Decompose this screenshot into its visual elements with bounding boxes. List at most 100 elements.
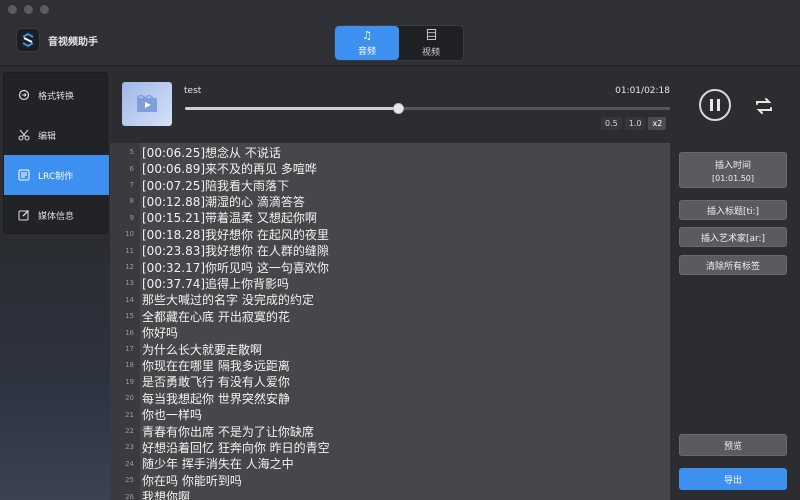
lyric-line[interactable]: 21 你也一样吗 <box>110 406 670 422</box>
lyric-line[interactable]: 5 [00:06.25]想念从 不说话 <box>110 144 670 160</box>
lyric-text[interactable]: 青春有你出席 不是为了让你缺席 <box>136 423 314 440</box>
line-number: 12 <box>125 262 134 271</box>
lyric-line[interactable]: 9 [00:15.21]带着温柔 又想起你啊 <box>110 210 670 226</box>
scissors-icon <box>18 129 30 141</box>
lyric-text[interactable]: [00:12.88]潮湿的心 滴滴答答 <box>136 193 305 210</box>
desktop-background <box>0 238 110 500</box>
sidebar-item-edit[interactable]: 编辑 <box>4 115 109 155</box>
lyric-text[interactable]: 为什么长大就要走散啊 <box>136 341 262 358</box>
title-bar: 音视频助手 ♫ 音频 视频 <box>0 0 800 66</box>
app-title: 音视频助手 <box>48 37 98 48</box>
mode-audio-label: 音频 <box>357 46 376 57</box>
lyric-text[interactable]: [00:15.21]带着温柔 又想起你啊 <box>136 209 317 226</box>
lyrics-icon <box>18 169 30 181</box>
lyric-line[interactable]: 23 好想沿着回忆 狂奔向你 昨日的青空 <box>110 439 670 455</box>
speed-x2-button[interactable]: x2 <box>648 117 667 130</box>
lyric-text[interactable]: [00:07.25]陪我看大雨落下 <box>136 177 289 194</box>
lyric-text[interactable]: 是否勇敢飞行 有没有人爱你 <box>136 373 290 390</box>
speed-0-5-button[interactable]: 0.5 <box>601 117 622 130</box>
lyric-line[interactable]: 24 随少年 挥手消失在 人海之中 <box>110 456 670 472</box>
lyric-text[interactable]: 每当我想起你 世界突然安静 <box>136 390 290 407</box>
line-number: 21 <box>125 410 134 419</box>
line-number: 15 <box>125 312 134 321</box>
video-thumbnail-icon <box>136 95 157 112</box>
lyric-line[interactable]: 6 [00:06.89]来不及的再见 多喧哗 <box>110 160 670 176</box>
line-number: 17 <box>125 344 134 353</box>
lyric-line[interactable]: 10 [00:18.28]我好想你 在起风的夜里 <box>110 226 670 242</box>
insert-title-button[interactable]: 插入标题[ti:] <box>679 200 787 220</box>
pause-icon <box>710 99 713 111</box>
line-number: 18 <box>125 361 134 370</box>
minimize-window-button[interactable] <box>24 5 33 14</box>
sidebar-item-format-convert[interactable]: 格式转换 <box>4 75 109 115</box>
sidebar-item-media-info[interactable]: 媒体信息 <box>4 195 109 235</box>
mode-audio-button[interactable]: ♫ 音频 <box>335 26 399 60</box>
line-number: 19 <box>125 377 134 386</box>
lyric-text[interactable]: 你在吗 你能听到吗 <box>136 472 242 489</box>
lyric-text[interactable]: 你现在在哪里 隔我多远距离 <box>136 357 290 374</box>
speed-1-0-button[interactable]: 1.0 <box>624 117 646 130</box>
lyric-line[interactable]: 19 是否勇敢飞行 有没有人爱你 <box>110 374 670 390</box>
lyric-text[interactable]: 我想你啊 <box>136 488 190 500</box>
album-art <box>122 82 172 126</box>
lyric-text[interactable]: 那些大喊过的名字 没完成的约定 <box>136 291 314 308</box>
lyric-text[interactable]: [00:23.83]我好想你 在人群的缝隙 <box>136 242 329 259</box>
progress-bar[interactable] <box>185 103 670 114</box>
lyric-line[interactable]: 16 你好吗 <box>110 324 670 340</box>
insert-time-value: [01:01.50] <box>711 173 755 183</box>
lyric-line[interactable]: 22 青春有你出席 不是为了让你缺席 <box>110 423 670 439</box>
window-controls <box>8 5 49 14</box>
line-number: 10 <box>125 230 134 239</box>
loop-icon[interactable] <box>753 95 775 117</box>
zoom-window-button[interactable] <box>40 5 49 14</box>
lyric-line[interactable]: 13 [00:37.74]追得上你背影吗 <box>110 275 670 291</box>
track-time: 01:01/02:18 <box>615 86 670 96</box>
lyric-text[interactable]: 好想沿着回忆 狂奔向你 昨日的青空 <box>136 439 330 456</box>
lyric-line[interactable]: 7 [00:07.25]陪我看大雨落下 <box>110 177 670 193</box>
convert-icon <box>18 89 30 101</box>
lyric-line[interactable]: 11 [00:23.83]我好想你 在人群的缝隙 <box>110 242 670 258</box>
export-button[interactable]: 导出 <box>679 468 787 490</box>
line-number: 24 <box>125 459 134 468</box>
mode-video-button[interactable]: 视频 <box>399 26 463 60</box>
track-name: test <box>184 86 202 96</box>
lyric-line[interactable]: 14 那些大喊过的名字 没完成的约定 <box>110 292 670 308</box>
lyric-text[interactable]: [00:18.28]我好想你 在起风的夜里 <box>136 226 329 243</box>
lyric-line[interactable]: 20 每当我想起你 世界突然安静 <box>110 390 670 406</box>
sidebar: 格式转换 编辑 LRC制作 媒体信息 <box>3 72 109 235</box>
film-icon <box>426 28 437 42</box>
insert-artist-button[interactable]: 插入艺术家[ar:] <box>679 227 787 247</box>
sidebar-item-label: 格式转换 <box>38 91 75 102</box>
lyric-text[interactable]: [00:37.74]追得上你背影吗 <box>136 275 289 292</box>
lyric-line[interactable]: 26 我想你啊 <box>110 488 670 500</box>
clear-tags-button[interactable]: 清除所有标签 <box>679 255 787 275</box>
line-number: 23 <box>125 443 134 452</box>
lyric-text[interactable]: 你好吗 <box>136 324 178 341</box>
mode-switch: ♫ 音频 视频 <box>334 25 464 61</box>
lyric-line[interactable]: 12 [00:32.17]你听见吗 这一句喜欢你 <box>110 259 670 275</box>
insert-time-button[interactable]: 插入时间 [01:01.50] <box>679 152 787 188</box>
lyrics-editor[interactable]: 5 [00:06.25]想念从 不说话 6 [00:06.89]来不及的再见 多喧哗 7… <box>110 143 670 500</box>
lyric-line[interactable]: 17 为什么长大就要走散啊 <box>110 341 670 357</box>
line-number: 8 <box>129 197 134 206</box>
lyric-text[interactable]: 随少年 挥手消失在 人海之中 <box>136 455 294 472</box>
lyric-text[interactable]: [00:32.17]你听见吗 这一句喜欢你 <box>136 259 329 276</box>
preview-button[interactable]: 预览 <box>679 434 787 456</box>
speed-selector: 0.5 1.0 x2 <box>601 117 667 130</box>
line-number: 6 <box>129 164 134 173</box>
close-window-button[interactable] <box>8 5 17 14</box>
lyric-text[interactable]: [00:06.89]来不及的再见 多喧哗 <box>136 160 317 177</box>
line-number: 20 <box>125 394 134 403</box>
lyric-line[interactable]: 8 [00:12.88]潮湿的心 滴滴答答 <box>110 193 670 209</box>
lyric-line[interactable]: 25 你在吗 你能听到吗 <box>110 472 670 488</box>
sidebar-item-lrc[interactable]: LRC制作 <box>4 155 109 195</box>
lyric-line[interactable]: 15 全都藏在心底 开出寂寞的花 <box>110 308 670 324</box>
lyric-text[interactable]: 你也一样吗 <box>136 406 202 423</box>
lyric-text[interactable]: 全都藏在心底 开出寂寞的花 <box>136 308 290 325</box>
lyric-text[interactable]: [00:06.25]想念从 不说话 <box>136 144 281 161</box>
line-number: 7 <box>129 180 134 189</box>
lyric-line[interactable]: 18 你现在在哪里 隔我多远距离 <box>110 357 670 373</box>
pause-button[interactable] <box>699 89 731 121</box>
progress-knob[interactable] <box>393 103 405 114</box>
app-logo-icon <box>16 28 40 52</box>
